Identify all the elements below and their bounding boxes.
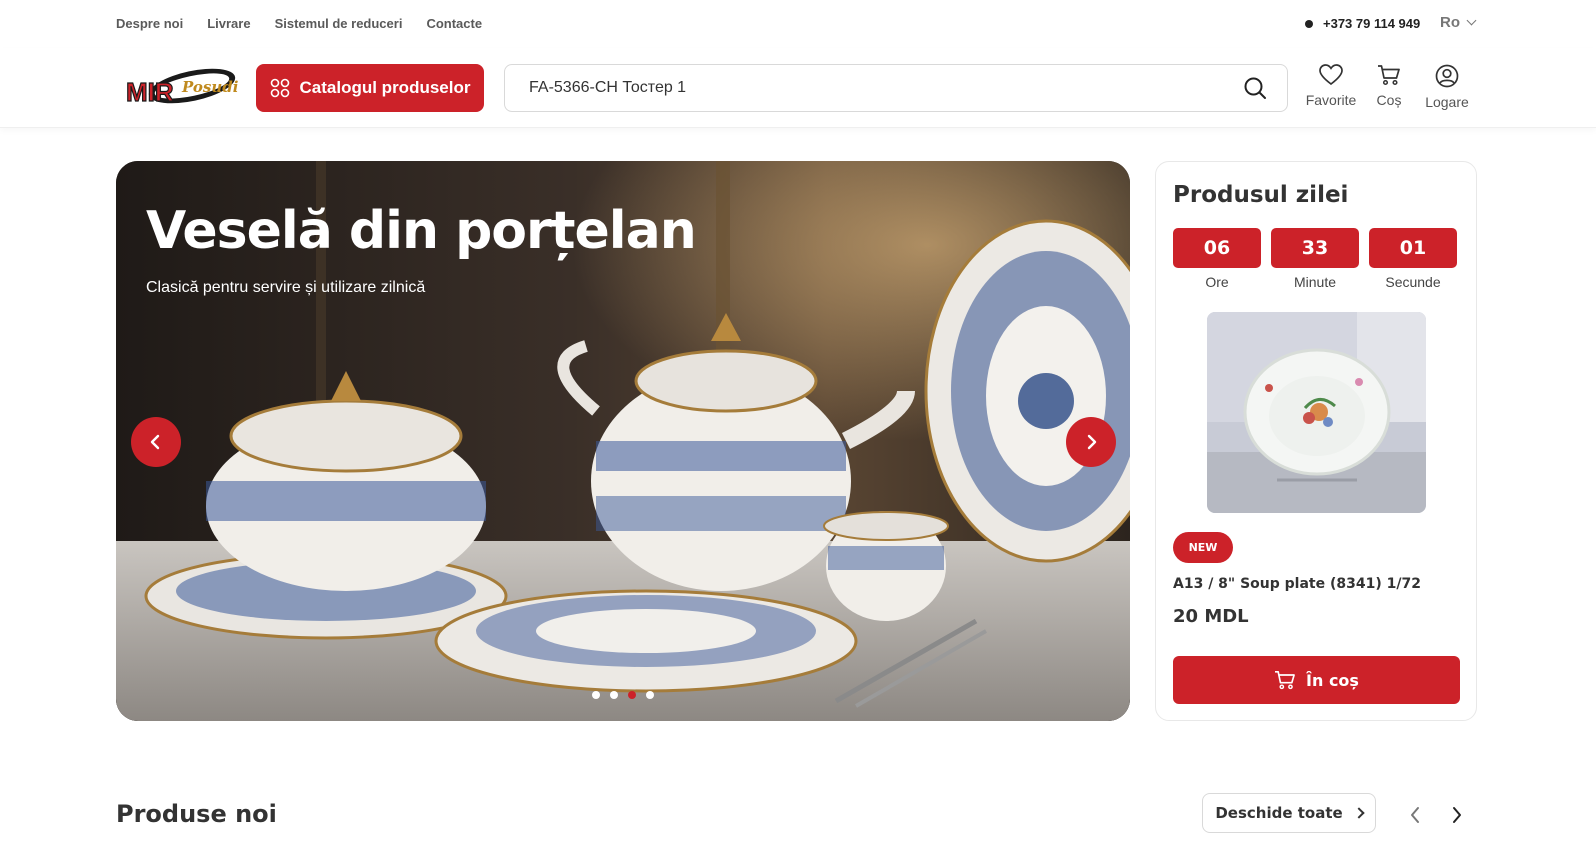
- new-products-title: Produse noi: [116, 800, 277, 828]
- heart-icon: [1319, 64, 1343, 86]
- timer-minutes-value: 33: [1271, 228, 1359, 268]
- search-bar: [504, 64, 1288, 112]
- chevron-down-icon: [1466, 15, 1477, 26]
- catalog-button[interactable]: Catalogul produselor: [256, 64, 484, 112]
- nav-link-delivery[interactable]: Livrare: [207, 16, 250, 31]
- phone-number[interactable]: +373 79 114 949: [1305, 16, 1420, 31]
- timer-hours: 06 Ore: [1173, 228, 1261, 290]
- chevron-right-icon: [1353, 807, 1365, 819]
- product-price: 20 MDL: [1173, 606, 1249, 627]
- nav-link-contacts[interactable]: Contacte: [426, 16, 482, 31]
- chevron-left-icon: [150, 434, 160, 450]
- top-nav: Despre noi Livrare Sistemul de reduceri …: [116, 16, 506, 31]
- grid-icon: [270, 78, 289, 98]
- timer-hours-value: 06: [1173, 228, 1261, 268]
- nav-link-discounts[interactable]: Sistemul de reduceri: [275, 16, 403, 31]
- new-products-next-button[interactable]: [1442, 800, 1472, 830]
- soup-plate-image: [1207, 312, 1426, 513]
- hero-dot-2[interactable]: [610, 691, 618, 699]
- timer-seconds-label: Secunde: [1385, 274, 1441, 290]
- catalog-label: Catalogul produselor: [299, 78, 471, 97]
- favorites-label: Favorite: [1305, 92, 1357, 108]
- add-to-cart-label: În coș: [1306, 670, 1359, 690]
- logo-graphic: MIR Posudi: [125, 68, 239, 108]
- main-header: MIR Posudi Catalogul produselor Favorite: [0, 48, 1596, 128]
- header-actions: Favorite Coș Logare: [1300, 64, 1474, 110]
- favorites-button[interactable]: Favorite: [1300, 64, 1362, 110]
- timer-seconds: 01 Secunde: [1369, 228, 1457, 290]
- site-logo[interactable]: MIR Posudi: [124, 64, 239, 112]
- new-products-prev-button[interactable]: [1400, 800, 1430, 830]
- cart-button[interactable]: Coș: [1358, 64, 1420, 110]
- search-input[interactable]: [505, 65, 1231, 111]
- svg-text:MIR: MIR: [126, 77, 174, 107]
- chevron-right-icon: [1087, 434, 1097, 450]
- hero-dot-4[interactable]: [646, 691, 654, 699]
- hero-subtitle: Clasică pentru servire și utilizare ziln…: [146, 279, 426, 296]
- user-icon: [1435, 64, 1459, 88]
- hero-title: Veselă din porțelan: [146, 201, 697, 261]
- chevron-left-icon: [1411, 807, 1419, 823]
- language-selector[interactable]: Ro: [1440, 14, 1477, 31]
- hero-dot-3[interactable]: [628, 691, 636, 699]
- timer-seconds-value: 01: [1369, 228, 1457, 268]
- top-bar: Despre noi Livrare Sistemul de reduceri …: [0, 0, 1596, 48]
- login-label: Logare: [1425, 94, 1469, 110]
- timer-minutes-label: Minute: [1293, 274, 1337, 290]
- product-of-day-title: Produsul zilei: [1173, 182, 1349, 208]
- add-to-cart-button[interactable]: În coș: [1173, 656, 1460, 704]
- hero-prev-button[interactable]: [131, 417, 181, 467]
- countdown-timer: 06 Ore 33 Minute 01 Secunde: [1173, 228, 1457, 290]
- chevron-right-icon: [1453, 807, 1461, 823]
- cart-label: Coș: [1376, 92, 1402, 108]
- phone-text: +373 79 114 949: [1323, 16, 1421, 31]
- product-image[interactable]: [1207, 312, 1426, 513]
- timer-minutes: 33 Minute: [1271, 228, 1359, 290]
- new-badge: NEW: [1173, 532, 1233, 563]
- phone-dot-icon: [1305, 19, 1313, 28]
- hero-banner[interactable]: Veselă din porțelan Clasică pentru servi…: [116, 161, 1130, 721]
- login-button[interactable]: Logare: [1416, 64, 1478, 110]
- hero-pagination: [592, 691, 654, 699]
- nav-link-about[interactable]: Despre noi: [116, 16, 183, 31]
- hero-next-button[interactable]: [1066, 417, 1116, 467]
- hero-dot-1[interactable]: [592, 691, 600, 699]
- cart-icon: [1275, 671, 1295, 690]
- search-icon[interactable]: [1231, 76, 1279, 100]
- product-of-day-card: Produsul zilei 06 Ore 33 Minute 01 Secun…: [1155, 161, 1477, 721]
- svg-text:Posudi: Posudi: [181, 78, 238, 96]
- cart-icon: [1378, 65, 1400, 86]
- language-label: Ro: [1440, 14, 1460, 31]
- open-all-button[interactable]: Deschide toate: [1202, 793, 1376, 833]
- open-all-label: Deschide toate: [1215, 804, 1343, 822]
- product-name[interactable]: A13 / 8" Soup plate (8341) 1/72: [1173, 576, 1421, 592]
- timer-hours-label: Ore: [1205, 274, 1229, 290]
